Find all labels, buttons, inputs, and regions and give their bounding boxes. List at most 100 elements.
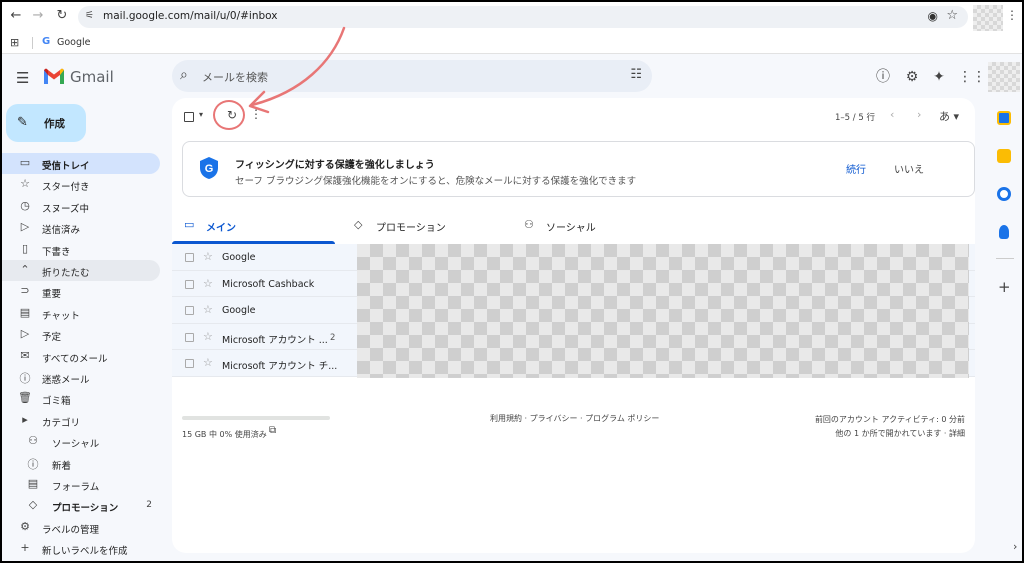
clock-icon: ◷ [20, 198, 30, 212]
sidebar-item-label: 受信トレイ [42, 161, 90, 172]
tab-promotions[interactable]: ◇ プロモーション [342, 208, 505, 244]
pagination-text: 1–5 / 5 行 [835, 113, 875, 123]
people-icon: ⚇ [524, 218, 534, 231]
sidebar-item[interactable]: ✉ すべてのメール [2, 346, 160, 367]
row-checkbox[interactable] [185, 253, 194, 262]
draft-icon: ▯ [21, 241, 29, 255]
star-icon[interactable]: ☆ [203, 303, 213, 316]
next-page-icon[interactable]: › [917, 108, 921, 121]
sidebar-item[interactable]: ☆ スター付き [2, 174, 160, 195]
email-sender: Microsoft Cashback [222, 278, 315, 290]
main-panel: ▾ ↻ ⋮ 1–5 / 5 行 ‹ › あ ▾ G フィッシングに対する保護を強… [172, 98, 975, 553]
sidebar-item[interactable]: ▸ カテゴリ [2, 410, 160, 431]
banner-continue-button[interactable]: 続行 [846, 161, 866, 176]
app-name: Gmail [70, 68, 114, 86]
tasks-icon[interactable] [997, 187, 1011, 201]
tab-main[interactable]: ▭ メイン [172, 208, 335, 244]
tab-label: プロモーション [376, 223, 446, 234]
settings-gear-icon[interactable]: ⚙ [903, 68, 921, 86]
bookmark-google[interactable]: Google [57, 37, 91, 48]
screen-frame: ← → ↻ ⚟ mail.google.com/mail/u/0/#inbox … [2, 2, 1022, 561]
updates-icon: ⓘ [27, 457, 39, 471]
reload-icon[interactable]: ↻ [54, 8, 70, 24]
row-checkbox[interactable] [185, 359, 194, 368]
chevron-right-icon[interactable]: › [1013, 540, 1017, 553]
row-checkbox[interactable] [185, 332, 194, 342]
select-dropdown-icon[interactable]: ▾ [199, 110, 203, 119]
category-icon: ▸ [22, 412, 28, 426]
side-panel-rail: + [988, 98, 1022, 553]
sidebar-item-label: プロモーション [52, 503, 119, 515]
select-all-checkbox[interactable] [184, 112, 194, 122]
compose-button[interactable]: ✎ 作成 [6, 104, 86, 142]
row-checkbox[interactable] [185, 306, 194, 315]
gemini-sparkle-icon[interactable]: ✦ [930, 68, 948, 86]
sidebar-item-label: スヌーズ中 [42, 203, 90, 215]
row-checkbox[interactable] [185, 279, 194, 289]
redacted-content-mosaic [357, 244, 969, 378]
annotation-arrow [248, 26, 346, 114]
prev-page-icon[interactable]: ‹ [890, 108, 894, 121]
sidebar-item[interactable]: ▷ 予定 [2, 324, 160, 345]
browser-profile[interactable] [973, 5, 1003, 31]
account-avatar[interactable] [988, 62, 1020, 92]
address-bar[interactable]: ⚟ mail.google.com/mail/u/0/#inbox ◉ ☆ [78, 6, 968, 28]
banner-dismiss-button[interactable]: いいえ [894, 161, 924, 176]
apps-grid-icon[interactable]: ⊞ [10, 36, 19, 49]
sidebar-item[interactable]: ◷ スヌーズ中 [2, 196, 160, 217]
sidebar-item[interactable]: 🗑 ゴミ箱 [2, 388, 160, 409]
star-icon[interactable]: ☆ [203, 330, 213, 343]
back-icon[interactable]: ← [8, 8, 24, 24]
site-settings-icon[interactable]: ⚟ [85, 10, 94, 21]
google-apps-icon[interactable]: ⋮⋮ [958, 68, 986, 86]
sidebar-item[interactable]: ◇ プロモーション 2 [2, 495, 160, 516]
calendar-icon[interactable] [997, 111, 1011, 125]
sidebar-item[interactable]: ⊃ 重要 [2, 281, 160, 302]
sidebar-item[interactable]: ▤ チャット [2, 303, 160, 324]
star-icon[interactable]: ☆ [203, 250, 213, 263]
input-tools-button[interactable]: あ ▾ [939, 108, 959, 124]
tab-social[interactable]: ⚇ ソーシャル [512, 208, 675, 244]
sidebar-item[interactable]: ▭ 受信トレイ [2, 153, 160, 174]
eye-icon[interactable]: ◉ [928, 9, 938, 23]
sidebar-item[interactable]: ▤ フォーラム [2, 474, 160, 495]
star-icon[interactable]: ☆ [203, 356, 213, 369]
browser-menu-icon[interactable]: ⋮ [1006, 8, 1018, 22]
sidebar-item[interactable]: ⚇ ソーシャル [2, 431, 160, 452]
input-tools-label: あ [939, 110, 950, 123]
sidebar-item[interactable]: ⚙ ラベルの管理 [2, 517, 160, 538]
gear-icon: ⚙ [20, 519, 30, 533]
important-icon: ⊃ [20, 284, 30, 298]
star-icon: ☆ [20, 177, 30, 191]
email-list: ☆ Google ☆ Microsoft Cashback ☆ Google ☆… [172, 244, 975, 378]
main-menu-icon[interactable]: ☰ [16, 69, 29, 87]
open-storage-icon[interactable]: ⧉ [269, 425, 276, 436]
chat-icon: ▤ [19, 305, 31, 319]
bookmark-star-icon[interactable]: ☆ [946, 8, 958, 23]
search-options-icon[interactable]: ☷ [630, 67, 642, 82]
sidebar-item-label: すべてのメール [42, 353, 108, 365]
keep-icon[interactable] [997, 149, 1011, 163]
sidebar-item-label: 新しいラベルを作成 [42, 546, 128, 558]
forward-icon[interactable]: → [30, 8, 46, 24]
storage-meter [182, 416, 330, 420]
sidebar-item-label: 折りたたむ [42, 268, 90, 279]
shield-icon: G [200, 157, 218, 179]
help-icon[interactable]: ⓘ [874, 68, 892, 86]
sidebar-item[interactable]: + 新しいラベルを作成 [2, 538, 160, 559]
sidebar-item[interactable]: ▯ 下書き [2, 239, 160, 260]
activity-details-link[interactable]: 他の 1 か所で開かれています · 詳細 [815, 427, 965, 441]
email-sender: Google [222, 252, 256, 263]
footer-links[interactable]: 利用規約 · プライバシー · プログラム ポリシー [490, 413, 659, 424]
trash-icon: 🗑 [18, 391, 32, 405]
bookmarks-bar: ⊞ G Google [2, 32, 1022, 54]
search-icon[interactable]: ⌕ [180, 67, 188, 83]
contacts-icon[interactable] [999, 225, 1009, 239]
add-addon-icon[interactable]: + [998, 278, 1011, 296]
sidebar-item[interactable]: ⌃ 折りたたむ [2, 260, 160, 281]
star-icon[interactable]: ☆ [203, 277, 213, 290]
sidebar-item[interactable]: ▷ 送信済み [2, 217, 160, 238]
pencil-icon: ✎ [17, 115, 28, 130]
sidebar-item[interactable]: ⓘ 迷惑メール [2, 367, 160, 388]
sidebar-item[interactable]: ⓘ 新着 [2, 453, 160, 474]
